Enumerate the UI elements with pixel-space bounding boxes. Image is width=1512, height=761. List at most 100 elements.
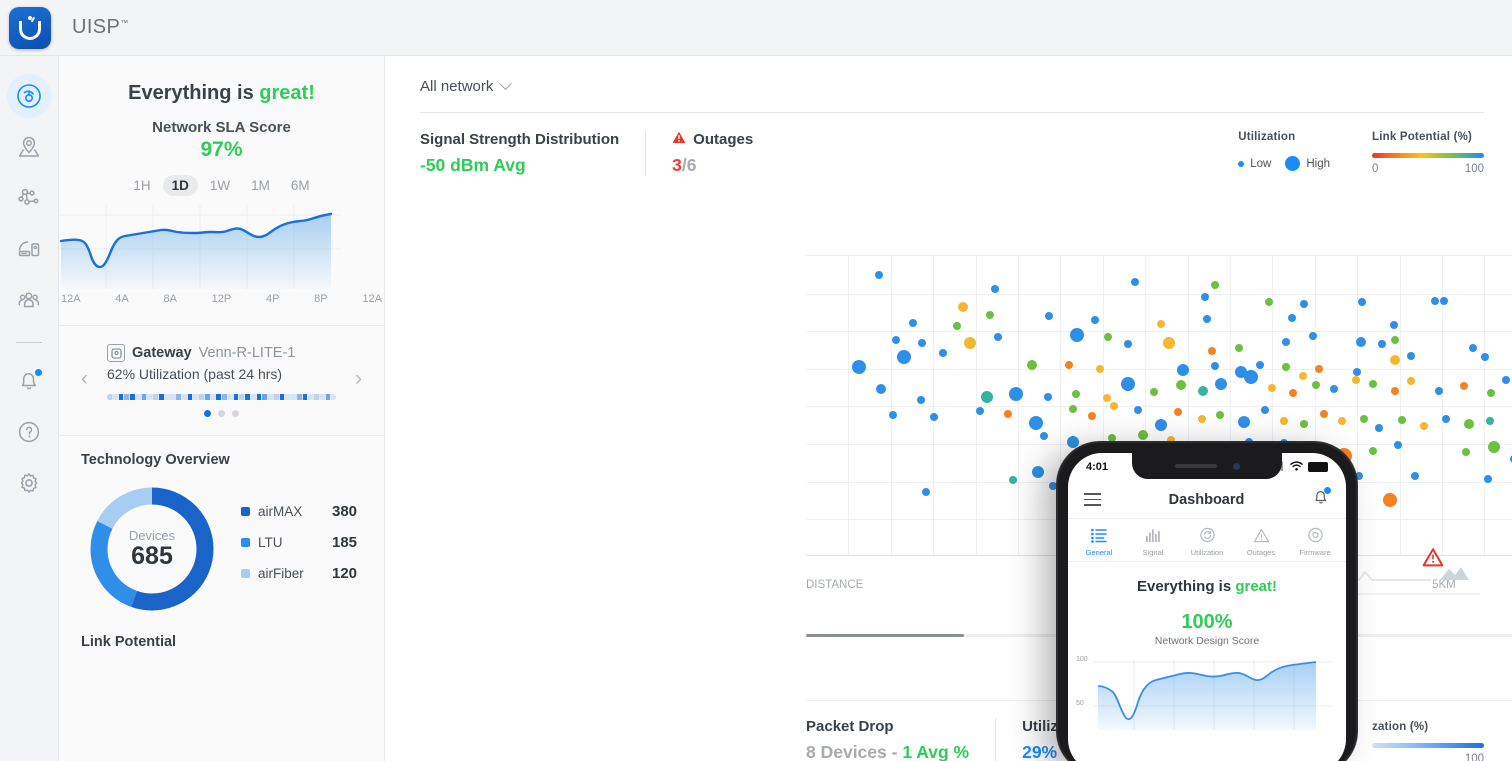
scatter-point[interactable] <box>1029 416 1044 431</box>
ubiquiti-u-logo-icon[interactable] <box>9 6 51 49</box>
scatter-point[interactable] <box>1351 376 1360 384</box>
scatter-point[interactable] <box>1203 314 1212 323</box>
scatter-point[interactable] <box>1008 476 1017 485</box>
scatter-point[interactable] <box>922 488 931 497</box>
scatter-point[interactable] <box>1369 447 1378 456</box>
scatter-point[interactable] <box>1308 331 1317 340</box>
phone-tab-utilization[interactable]: Utilization <box>1180 525 1234 557</box>
sidebar-item-clients[interactable] <box>7 278 51 322</box>
scatter-point[interactable] <box>1354 471 1363 480</box>
range-tab-1w[interactable]: 1W <box>201 175 239 196</box>
scatter-point[interactable] <box>1486 416 1495 425</box>
scatter-point[interactable] <box>1378 340 1387 349</box>
scatter-point[interactable] <box>1287 314 1296 322</box>
scatter-point[interactable] <box>1237 415 1250 428</box>
scatter-point[interactable] <box>1338 417 1347 426</box>
scatter-point[interactable] <box>1282 337 1291 346</box>
carousel-dot[interactable] <box>204 410 211 417</box>
scatter-point[interactable] <box>1375 424 1384 433</box>
phone-tab-firmware[interactable]: Firmware <box>1288 525 1342 557</box>
scatter-point[interactable] <box>896 350 911 365</box>
scatter-point[interactable] <box>1442 414 1451 423</box>
chevron-left-icon[interactable]: ‹ <box>81 367 88 391</box>
scatter-point[interactable] <box>1468 344 1477 353</box>
scatter-point[interactable] <box>1175 380 1186 391</box>
scatter-point[interactable] <box>1211 361 1220 370</box>
sidebar-item-devices[interactable] <box>7 227 51 271</box>
chevron-right-icon[interactable]: › <box>355 367 362 391</box>
scatter-point[interactable] <box>1299 299 1308 308</box>
scatter-point[interactable] <box>1463 418 1474 429</box>
scatter-point[interactable] <box>1330 384 1339 393</box>
scatter-point[interactable] <box>1410 472 1419 481</box>
scatter-point[interactable] <box>986 310 995 319</box>
scatter-point[interactable] <box>1461 447 1470 456</box>
scatter-point[interactable] <box>908 318 917 327</box>
scatter-point[interactable] <box>1502 376 1511 384</box>
scatter-point[interactable] <box>1397 416 1406 425</box>
scatter-point[interactable] <box>1108 434 1117 443</box>
scatter-point[interactable] <box>1104 333 1113 342</box>
scatter-point[interactable] <box>1044 393 1053 402</box>
phone-tab-signal[interactable]: Signal <box>1126 525 1180 557</box>
scatter-point[interactable] <box>1198 414 1206 423</box>
scatter-point[interactable] <box>1173 408 1182 417</box>
scatter-point[interactable] <box>1157 320 1166 329</box>
scatter-point[interactable] <box>1045 312 1054 321</box>
scatter-point[interactable] <box>1032 466 1045 479</box>
scatter-point[interactable] <box>1071 389 1080 398</box>
scatter-point[interactable] <box>1069 327 1084 342</box>
scatter-point[interactable] <box>1066 435 1079 448</box>
scatter-point[interactable] <box>875 270 884 279</box>
scatter-point[interactable] <box>888 411 897 420</box>
scatter-point[interactable] <box>1211 280 1220 289</box>
scatter-point[interactable] <box>1216 411 1225 420</box>
carousel-dot[interactable] <box>218 410 225 417</box>
scatter-point[interactable] <box>1155 418 1168 431</box>
phone-tab-outages[interactable]: Outages <box>1234 525 1288 557</box>
scatter-point[interactable] <box>851 360 866 375</box>
scatter-point[interactable] <box>1390 320 1399 329</box>
scatter-point[interactable] <box>1435 386 1444 395</box>
scatter-point[interactable] <box>939 349 948 358</box>
range-tab-6m[interactable]: 6M <box>282 175 319 196</box>
scatter-point[interactable] <box>957 301 968 312</box>
scatter-point[interactable] <box>1312 381 1321 390</box>
scatter-point[interactable] <box>1176 364 1189 377</box>
scatter-point[interactable] <box>1383 493 1398 508</box>
phone-tab-general[interactable]: General <box>1072 525 1126 557</box>
bell-icon[interactable] <box>1312 487 1331 511</box>
scatter-point[interactable] <box>1208 347 1217 356</box>
scatter-point[interactable] <box>891 335 900 344</box>
scatter-point[interactable] <box>1299 419 1308 428</box>
scatter-point[interactable] <box>1110 401 1119 410</box>
scatter-point[interactable] <box>1288 388 1297 397</box>
scatter-point[interactable] <box>1091 315 1100 324</box>
scatter-point[interactable] <box>917 395 926 404</box>
scatter-point[interactable] <box>930 413 939 422</box>
scatter-point[interactable] <box>1268 383 1277 392</box>
sidebar-item-notifications[interactable] <box>7 359 51 403</box>
scatter-point[interactable] <box>963 336 976 349</box>
scatter-point[interactable] <box>1459 382 1468 391</box>
scatter-point[interactable] <box>1243 369 1258 384</box>
scatter-point[interactable] <box>1130 278 1139 287</box>
scatter-point[interactable] <box>1150 388 1159 397</box>
scatter-point[interactable] <box>1280 416 1289 425</box>
scatter-point[interactable] <box>1440 296 1449 305</box>
sidebar-item-map[interactable] <box>7 125 51 169</box>
sidebar-item-help[interactable] <box>7 410 51 454</box>
sidebar-item-dashboard[interactable] <box>7 74 51 118</box>
scatter-point[interactable] <box>1163 337 1176 350</box>
scrollbar-thumb[interactable] <box>806 634 964 637</box>
scatter-point[interactable] <box>1406 351 1415 360</box>
scatter-point[interactable] <box>1359 414 1368 423</box>
scatter-point[interactable] <box>1298 371 1307 380</box>
scatter-point[interactable] <box>1088 411 1097 420</box>
scatter-point[interactable] <box>1394 441 1403 450</box>
scatter-point[interactable] <box>876 384 887 395</box>
range-tab-1m[interactable]: 1M <box>242 175 279 196</box>
scatter-point[interactable] <box>1419 422 1428 431</box>
hamburger-menu-icon[interactable] <box>1084 490 1101 509</box>
scatter-point[interactable] <box>1261 406 1270 415</box>
